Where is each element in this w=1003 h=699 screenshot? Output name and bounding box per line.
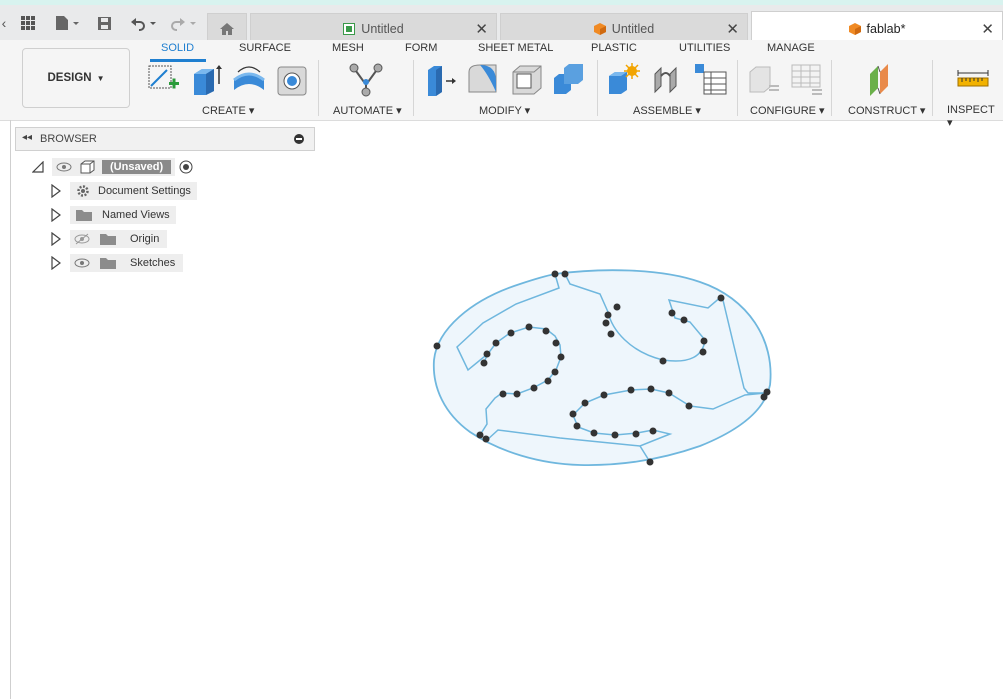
design-canvas[interactable] (0, 0, 1003, 699)
